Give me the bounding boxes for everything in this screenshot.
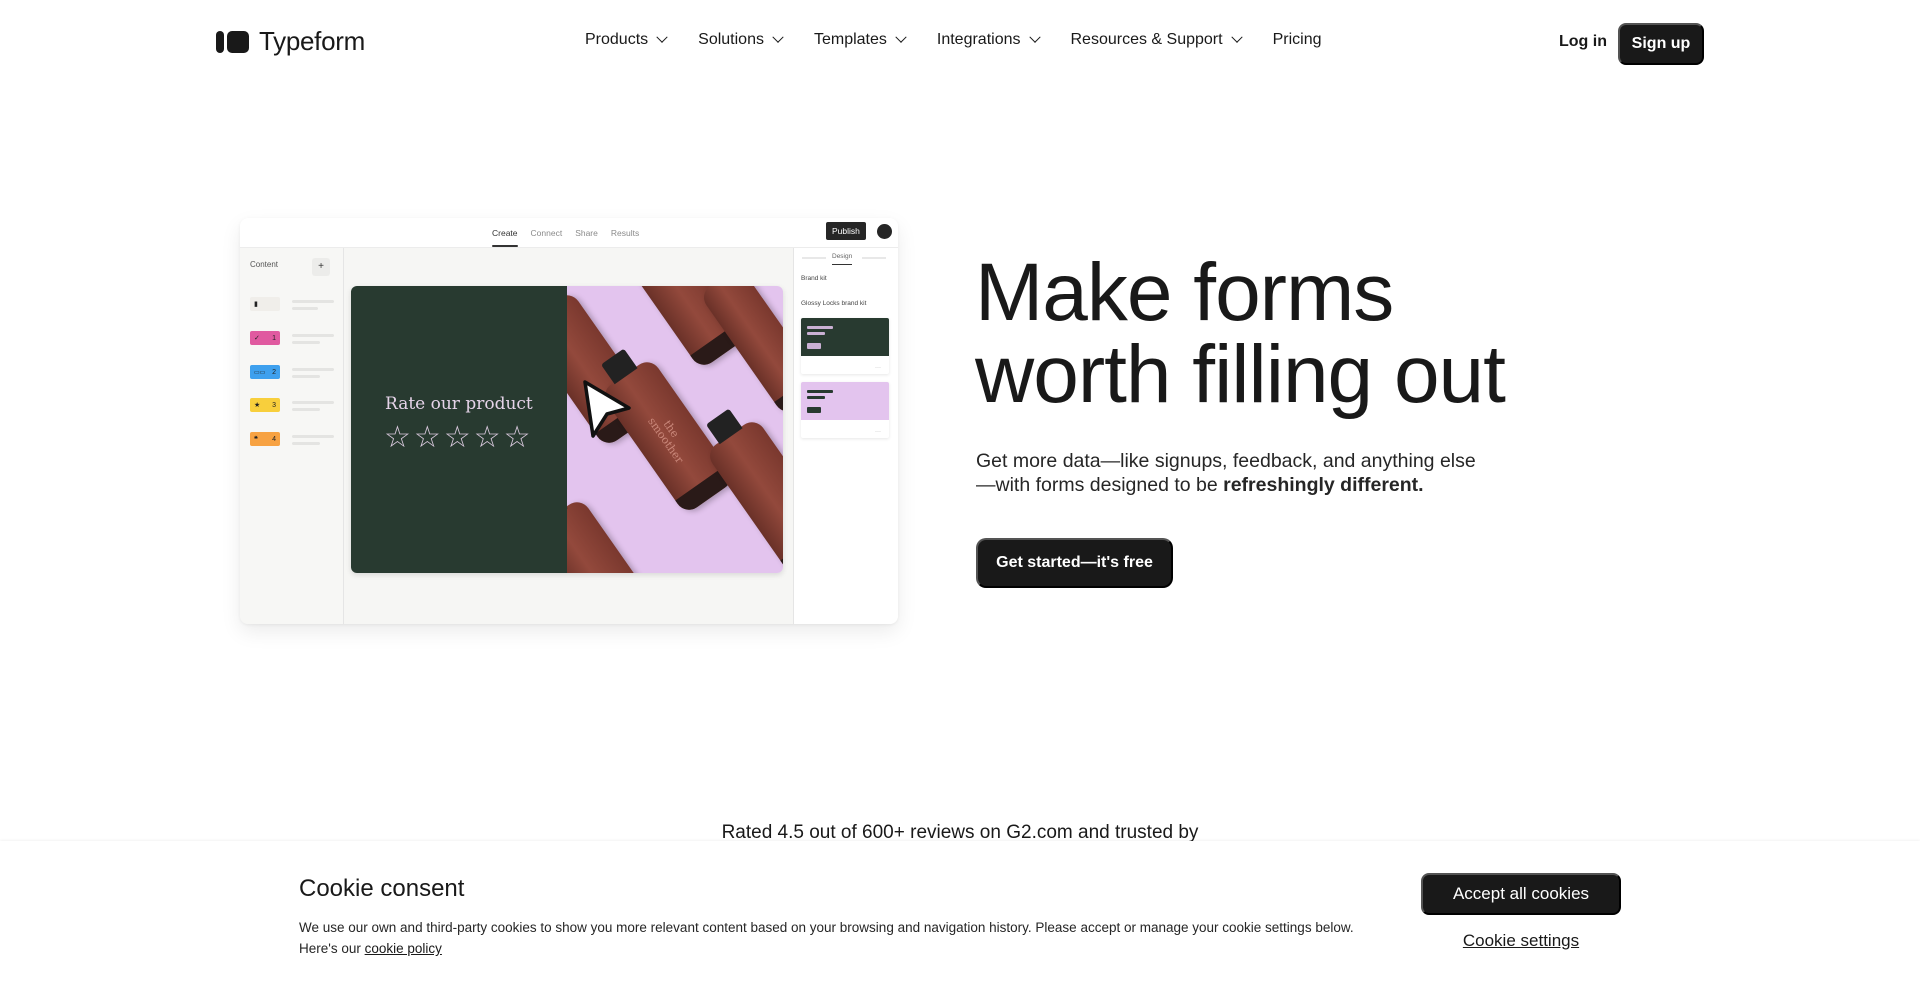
menu-label: Integrations [936,31,1021,48]
signup-button[interactable]: Sign up [1618,23,1704,65]
tab-placeholder-line [862,257,886,259]
hero-subtitle: Get more data—like signups, feedback, an… [976,449,1496,497]
check-icon: ✓ [254,335,260,342]
menu-label: Products [585,31,649,48]
top-navigation: Typeform Products Solutions Templates In… [0,0,1920,86]
preview-content-sidebar: Content + ▮ ✓ 1 ▭▭ 2 ★ 3 ❝ 4 [240,248,344,624]
question-placeholder-lines [292,300,334,314]
content-label: Content [250,260,279,269]
question-placeholder-lines [292,435,334,449]
form-canvas: Rate our product ☆ ☆ ☆ ☆ ☆ the smoother [351,286,783,573]
get-started-button[interactable]: Get started—it's free [976,538,1173,588]
hero-title: Make forms worth filling out [975,247,1506,420]
cookie-title: Cookie consent [299,875,465,902]
star-icon: ☆ [443,421,471,454]
quote-icon: ❝ [254,436,258,443]
question-number: 3 [272,401,276,409]
typeform-logo-icon [216,30,249,53]
preview-tab-share: Share [575,228,598,238]
question-number: 4 [272,435,276,443]
preview-tab-create: Create [492,228,518,247]
chevron-down-icon [895,31,907,43]
question-welcome: ▮ [250,297,280,311]
question-placeholder-lines [292,401,334,415]
product-preview[interactable]: Create Connect Share Results Publish Con… [240,218,898,624]
question-1: ✓ 1 [250,331,280,345]
menu-label: Pricing [1272,31,1322,48]
menu-pricing[interactable]: Pricing [1273,31,1322,49]
bottle-label: the smoother [645,415,687,466]
preview-publish-button: Publish [826,222,866,240]
chevron-down-icon [656,31,668,43]
hero-title-line1: Make forms [975,247,1394,338]
cookie-consent-banner: Cookie consent We use our own and third-… [0,841,1920,993]
preview-tabs: Create Connect Share Results [492,228,640,247]
menu-products[interactable]: Products [585,31,668,49]
star-icon: ☆ [384,421,411,454]
preview-design-panel: Design Brand kit Glossy Locks brand kit … [793,248,898,624]
menu-label: Solutions [698,31,764,48]
preview-tab-connect: Connect [530,228,563,238]
brand-name: Typeform [259,26,365,56]
welcome-screen-icon: ▮ [254,301,258,308]
chevron-down-icon [1230,31,1243,43]
accept-all-cookies-button[interactable]: Accept all cookies [1421,873,1621,915]
menu-label: Resources & Support [1070,31,1223,48]
text-icon: ▭▭ [254,369,266,376]
main-menu: Products Solutions Templates Integration… [585,31,1353,49]
question-number: 2 [272,368,276,376]
question-number: 1 [272,334,276,342]
login-link[interactable]: Log in [1559,33,1607,51]
question-4: ❝ 4 [250,432,280,446]
menu-solutions[interactable]: Solutions [698,31,784,49]
design-tab: Design [832,253,853,265]
star-icon: ☆ [503,421,531,454]
question-placeholder-lines [292,334,334,348]
theme-swatch [801,318,889,356]
star-rating: ☆ ☆ ☆ ☆ ☆ [384,423,531,453]
question-placeholder-lines [292,368,334,382]
canvas-question-panel: Rate our product ☆ ☆ ☆ ☆ ☆ [351,286,567,573]
chevron-down-icon [1028,31,1041,43]
preview-tab-results: Results [610,228,640,238]
bottle-image [704,416,783,573]
theme-card-dark: ··· [801,318,889,374]
question-title: Rate our product [385,394,533,414]
cookie-body-text: We use our own and third-party cookies t… [299,920,1354,956]
brand-kit-name: Glossy Locks brand kit [801,300,867,307]
star-icon: ☆ [473,421,501,454]
play-cursor-icon [583,380,631,438]
question-2: ▭▭ 2 [250,365,280,379]
more-icon: ··· [875,365,881,371]
tab-placeholder-line [802,257,826,259]
theme-card-light: ··· [801,382,889,438]
preview-toolbar: Create Connect Share Results Publish [240,218,898,248]
more-icon: ··· [875,429,881,435]
menu-resources-support[interactable]: Resources & Support [1070,31,1243,49]
cookie-settings-link[interactable]: Cookie settings [1421,931,1621,951]
avatar [877,224,892,239]
chevron-down-icon [772,31,784,43]
bottle-image [567,496,667,573]
plus-icon: + [312,258,330,276]
star-icon: ☆ [413,421,441,454]
menu-integrations[interactable]: Integrations [936,31,1041,49]
menu-label: Templates [813,31,887,48]
hero-subtitle-emphasis: refreshingly different. [1223,474,1424,496]
cookie-description: We use our own and third-party cookies t… [299,917,1359,959]
star-icon: ★ [254,402,261,409]
hero-title-line2: worth filling out [975,329,1506,420]
typeform-logo[interactable]: Typeform [216,26,365,57]
cookie-policy-link[interactable]: cookie policy [365,941,442,956]
question-3: ★ 3 [250,398,280,412]
theme-swatch [801,382,889,420]
brand-kit-label: Brand kit [801,275,827,282]
menu-templates[interactable]: Templates [813,31,907,49]
